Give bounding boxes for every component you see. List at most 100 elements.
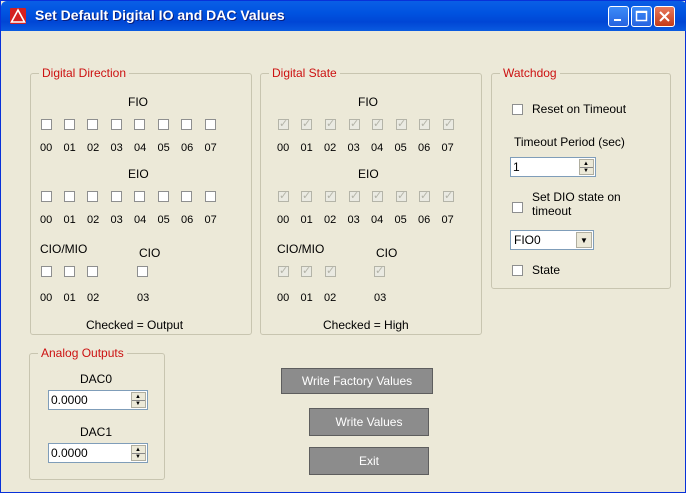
direction-eio-00-checkbox[interactable]: [41, 191, 52, 202]
state-eio-05-checkbox[interactable]: [396, 189, 407, 202]
bit-label: 02: [324, 214, 337, 226]
fio-label: FIO: [358, 95, 378, 109]
spin-arrows-icon[interactable]: ▲ ▼: [579, 159, 594, 175]
state-fio-07-checkbox[interactable]: [443, 117, 454, 130]
bit-label: 06: [418, 142, 431, 154]
direction-eio-05-checkbox[interactable]: [158, 191, 169, 202]
direction-eio-06-checkbox[interactable]: [181, 191, 192, 202]
state-checkbox[interactable]: [512, 265, 523, 276]
state-footer: Checked = High: [323, 318, 409, 332]
direction-fio-00-checkbox[interactable]: [41, 119, 52, 130]
direction-fio-07-checkbox[interactable]: [205, 119, 216, 130]
digital-state-legend: Digital State: [269, 66, 340, 80]
title-bar[interactable]: Set Default Digital IO and DAC Values: [1, 1, 686, 31]
bit-label: 02: [87, 292, 100, 304]
reset-on-timeout-checkbox[interactable]: [512, 104, 523, 115]
bit-label: 04: [134, 142, 147, 154]
exit-button[interactable]: Exit: [309, 447, 429, 475]
write-values-button[interactable]: Write Values: [309, 408, 429, 436]
dialog-window: Set Default Digital IO and DAC Values Di…: [0, 0, 686, 493]
bit-label: 03: [347, 142, 360, 154]
state-ciomio-numbers: 00 01 02: [277, 292, 348, 304]
state-fio-00-checkbox[interactable]: [278, 117, 289, 130]
eio-label: EIO: [358, 167, 379, 181]
state-eio-07-checkbox[interactable]: [443, 189, 454, 202]
bit-label: 05: [394, 214, 407, 226]
direction-ciomio-01-checkbox[interactable]: [64, 266, 75, 277]
direction-fio-02-checkbox[interactable]: [87, 119, 98, 130]
state-ciomio-02-checkbox[interactable]: [325, 264, 336, 277]
direction-footer: Checked = Output: [86, 318, 184, 332]
window-title: Set Default Digital IO and DAC Values: [35, 7, 285, 23]
spin-arrows-icon[interactable]: ▲ ▼: [131, 392, 146, 408]
direction-eio-02-checkbox[interactable]: [87, 191, 98, 202]
bit-label: 00: [277, 142, 290, 154]
bit-label: 04: [134, 214, 147, 226]
bit-label: 04: [371, 214, 384, 226]
direction-fio-04-checkbox[interactable]: [134, 119, 145, 130]
bit-label: 00: [277, 292, 290, 304]
maximize-icon: [635, 10, 648, 22]
reset-on-timeout-label: Reset on Timeout: [532, 102, 627, 116]
maximize-button[interactable]: [631, 6, 652, 27]
digital-direction-group: Digital Direction FIO 00 01 02 03 04 05 06 07 E…: [30, 66, 252, 335]
state-cio-number: 03: [374, 292, 387, 304]
set-dio-state-label-1: Set DIO state on: [532, 190, 621, 204]
direction-eio-04-checkbox[interactable]: [134, 191, 145, 202]
state-ciomio-01-checkbox[interactable]: [301, 264, 312, 277]
state-fio-01-checkbox[interactable]: [301, 117, 312, 130]
minimize-icon: [614, 19, 621, 21]
bit-label: 04: [371, 142, 384, 154]
analog-outputs-legend: Analog Outputs: [38, 346, 127, 360]
bit-label: 05: [394, 142, 407, 154]
minimize-button[interactable]: [608, 6, 629, 27]
bit-label: 03: [347, 214, 360, 226]
state-ciomio-00-checkbox[interactable]: [278, 264, 289, 277]
state-label: State: [532, 263, 561, 277]
dac1-label: DAC1: [80, 425, 113, 439]
chevron-down-icon[interactable]: ▼: [576, 232, 592, 248]
dio-line-select[interactable]: FIO0 ▼: [510, 230, 594, 250]
state-eio-06-checkbox[interactable]: [419, 189, 430, 202]
state-fio-03-checkbox[interactable]: [349, 117, 360, 130]
direction-fio-05-checkbox[interactable]: [158, 119, 169, 130]
set-dio-state-label-2: timeout: [532, 204, 572, 218]
state-eio-03-checkbox[interactable]: [349, 189, 360, 202]
direction-fio-numbers: 00 01 02 03 04 05 06 07: [40, 142, 228, 154]
state-fio-06-checkbox[interactable]: [419, 117, 430, 130]
close-button[interactable]: [654, 6, 675, 27]
spin-arrows-icon[interactable]: ▲ ▼: [131, 445, 146, 461]
direction-fio-03-checkbox[interactable]: [111, 119, 122, 130]
state-eio-02-checkbox[interactable]: [325, 189, 336, 202]
state-cio-03-checkbox[interactable]: [374, 264, 385, 277]
direction-ciomio-00-checkbox[interactable]: [41, 266, 52, 277]
direction-fio-01-checkbox[interactable]: [64, 119, 75, 130]
direction-eio-07-checkbox[interactable]: [205, 191, 216, 202]
state-eio-04-checkbox[interactable]: [372, 189, 383, 202]
watchdog-group: Watchdog Reset on Timeout Timeout Period…: [491, 66, 671, 289]
bit-label: 07: [204, 142, 217, 154]
dac0-label: DAC0: [80, 372, 113, 386]
cio-label: CIO: [139, 246, 161, 260]
state-fio-02-checkbox[interactable]: [325, 117, 336, 130]
state-fio-05-checkbox[interactable]: [396, 117, 407, 130]
eio-label: EIO: [128, 167, 149, 181]
bit-label: 07: [441, 214, 454, 226]
direction-cio-03-checkbox[interactable]: [137, 266, 148, 277]
write-factory-values-button[interactable]: Write Factory Values: [281, 368, 433, 394]
dac1-input[interactable]: 0.0000 ▲ ▼: [48, 443, 148, 463]
bit-label: 02: [324, 292, 337, 304]
state-eio-01-checkbox[interactable]: [301, 189, 312, 202]
direction-ciomio-02-checkbox[interactable]: [87, 266, 98, 277]
direction-fio-06-checkbox[interactable]: [181, 119, 192, 130]
bit-label: 01: [300, 142, 313, 154]
cio-label: CIO: [376, 246, 398, 260]
dac0-input[interactable]: 0.0000 ▲ ▼: [48, 390, 148, 410]
timeout-period-input[interactable]: 1 ▲ ▼: [510, 157, 596, 177]
direction-eio-03-checkbox[interactable]: [111, 191, 122, 202]
digital-state-group: Digital State FIO 00 01 02 03 04 05 06 07 EIO: [260, 66, 482, 335]
state-fio-04-checkbox[interactable]: [372, 117, 383, 130]
direction-eio-01-checkbox[interactable]: [64, 191, 75, 202]
state-eio-00-checkbox[interactable]: [278, 189, 289, 202]
set-dio-state-checkbox[interactable]: [512, 202, 523, 213]
